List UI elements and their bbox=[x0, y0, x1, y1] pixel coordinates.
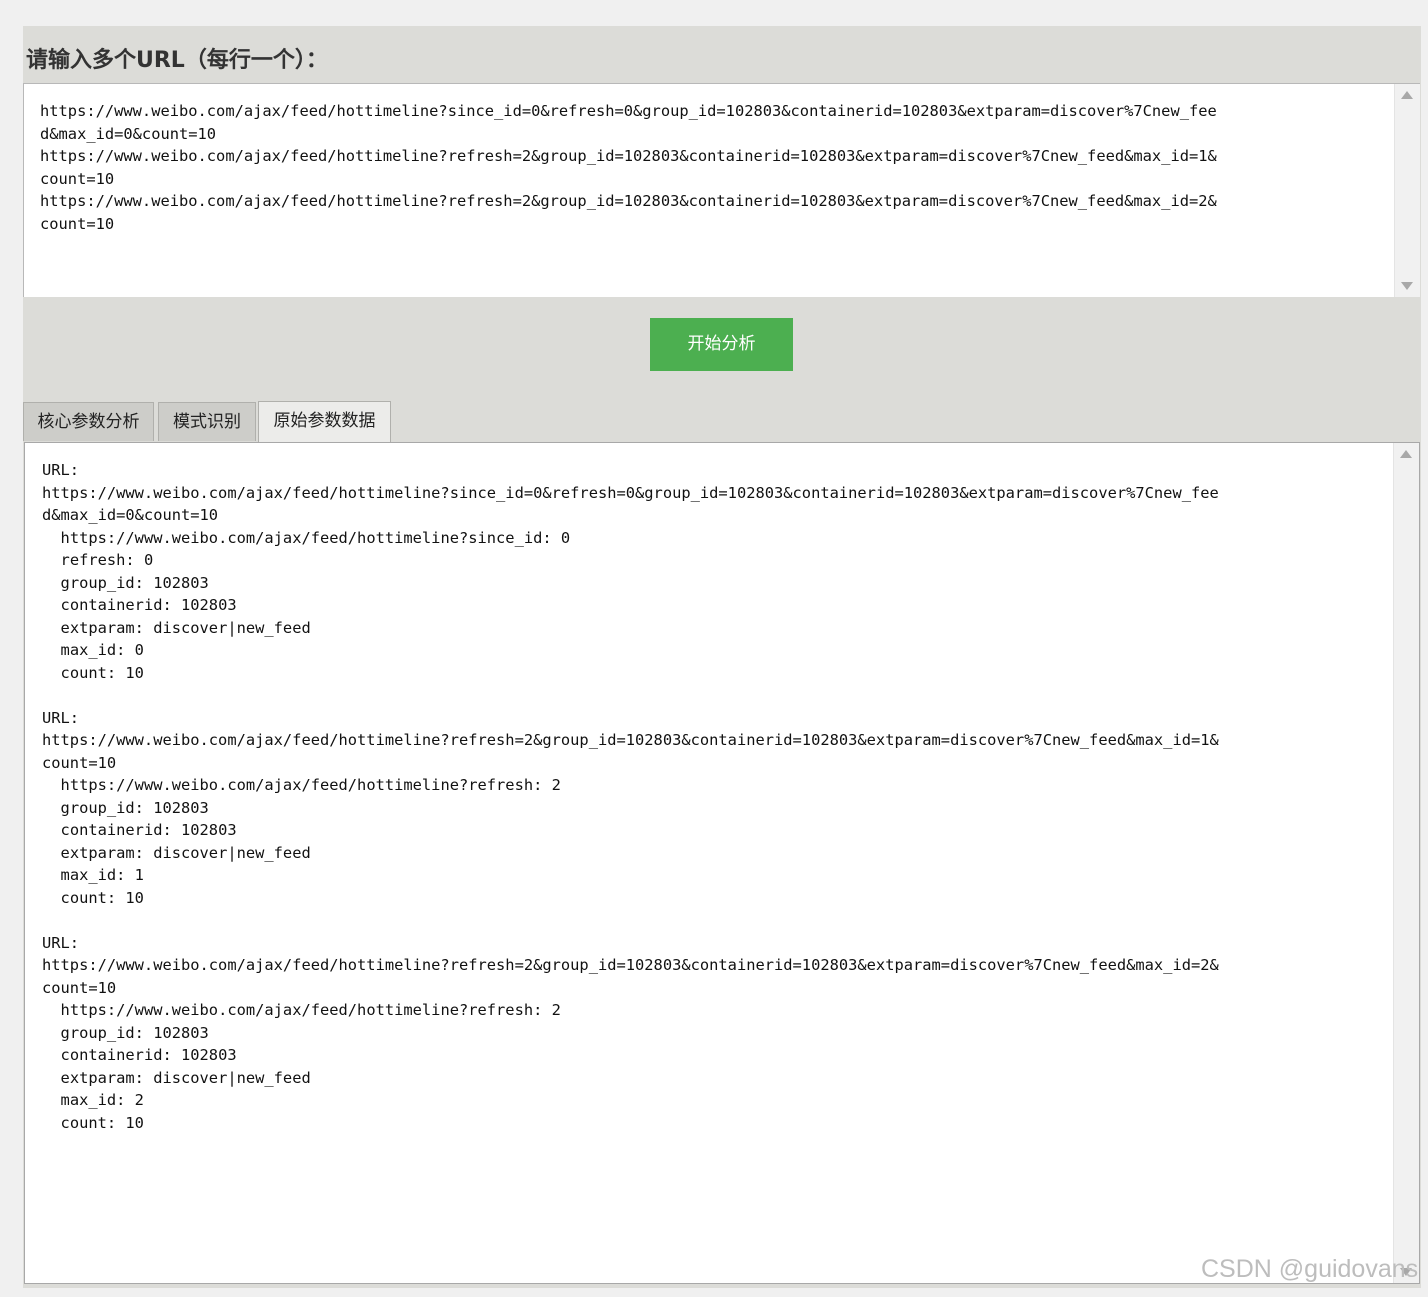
result-heading: URL: bbox=[42, 933, 80, 952]
result-param: count: 10 bbox=[60, 663, 144, 682]
start-analysis-button[interactable]: 开始分析 bbox=[650, 318, 793, 371]
result-param: https://www.weibo.com/ajax/feed/hottimel… bbox=[60, 776, 561, 794]
result-param: group_id: 102803 bbox=[60, 1023, 209, 1042]
scroll-up-arrow-icon[interactable] bbox=[1401, 91, 1413, 99]
result-param: extparam: discover|new_feed bbox=[60, 843, 311, 862]
result-param: group_id: 102803 bbox=[60, 798, 209, 817]
tab-pattern-recognition[interactable]: 模式识别 bbox=[158, 402, 256, 441]
url-input-textarea[interactable]: https://www.weibo.com/ajax/feed/hottimel… bbox=[23, 83, 1420, 297]
result-param: max_id: 0 bbox=[60, 641, 144, 659]
result-param: count: 10 bbox=[60, 888, 144, 907]
result-param: https://www.weibo.com/ajax/feed/hottimel… bbox=[60, 528, 571, 547]
result-param: count: 10 bbox=[60, 1113, 144, 1132]
result-param: extparam: discover|new_feed bbox=[60, 618, 311, 637]
analyzer-panel: 请输入多个URL（每行一个）： https://www.weibo.com/aj… bbox=[23, 26, 1421, 1288]
result-url: https://www.weibo.com/ajax/feed/hottimel… bbox=[42, 483, 1219, 525]
scroll-up-arrow-icon[interactable] bbox=[1400, 450, 1412, 458]
result-param: extparam: discover|new_feed bbox=[60, 1068, 311, 1087]
watermark: CSDN @guidovans bbox=[1201, 1255, 1419, 1283]
result-heading: URL: bbox=[42, 461, 80, 479]
result-url: https://www.weibo.com/ajax/feed/hottimel… bbox=[42, 956, 1219, 997]
tab-raw-params[interactable]: 原始参数数据 bbox=[258, 401, 391, 443]
results-scrollbar[interactable] bbox=[1393, 443, 1419, 1283]
result-heading: URL: bbox=[42, 708, 80, 727]
raw-params-text: URL: https://www.weibo.com/ajax/feed/hot… bbox=[42, 459, 1219, 1134]
scroll-down-arrow-icon[interactable] bbox=[1401, 282, 1413, 290]
result-param: group_id: 102803 bbox=[60, 573, 209, 592]
result-param: max_id: 2 bbox=[60, 1091, 144, 1109]
url-input-label: 请输入多个URL（每行一个）： bbox=[26, 48, 328, 73]
url-input-scrollbar[interactable] bbox=[1394, 84, 1420, 297]
result-url: https://www.weibo.com/ajax/feed/hottimel… bbox=[42, 731, 1219, 772]
result-param: max_id: 1 bbox=[60, 866, 144, 884]
url-input-text[interactable]: https://www.weibo.com/ajax/feed/hottimel… bbox=[40, 100, 1217, 235]
result-param: refresh: 0 bbox=[60, 551, 154, 569]
raw-params-output[interactable]: URL: https://www.weibo.com/ajax/feed/hot… bbox=[24, 442, 1420, 1284]
result-param: https://www.weibo.com/ajax/feed/hottimel… bbox=[60, 1001, 561, 1019]
result-param: containerid: 102803 bbox=[60, 1046, 237, 1064]
result-param: containerid: 102803 bbox=[60, 821, 237, 839]
result-param: containerid: 102803 bbox=[60, 596, 237, 614]
tab-core-params[interactable]: 核心参数分析 bbox=[23, 402, 154, 441]
